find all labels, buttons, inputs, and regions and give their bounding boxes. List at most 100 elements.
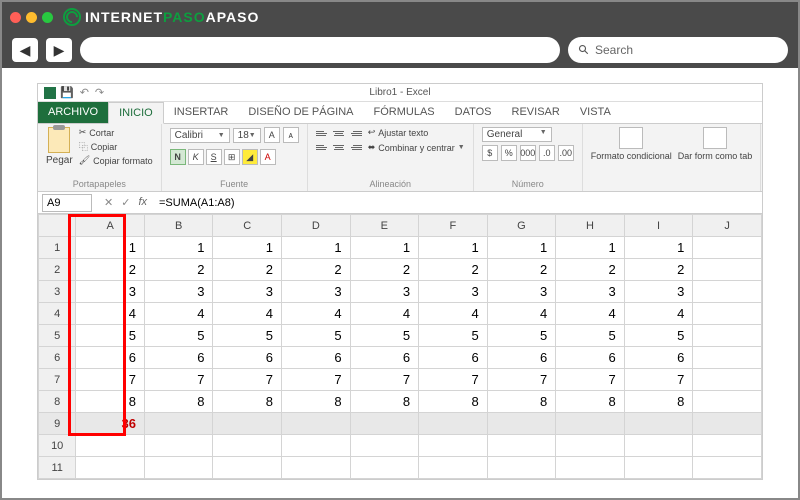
tab-file[interactable]: ARCHIVO (38, 102, 108, 123)
cell-G5[interactable]: 5 (487, 325, 556, 347)
cell-J1[interactable] (693, 237, 762, 259)
row-header-4[interactable]: 4 (39, 303, 76, 325)
cell-E8[interactable]: 8 (350, 391, 419, 413)
tab-view[interactable]: VISTA (570, 102, 621, 123)
cell-B10[interactable] (144, 435, 213, 457)
cell-C11[interactable] (213, 457, 282, 479)
increase-decimal-button[interactable]: .0 (539, 145, 555, 161)
close-dot[interactable] (10, 12, 21, 23)
format-painter-button[interactable]: 🖌 Copiar formato (79, 155, 153, 166)
cell-B4[interactable]: 4 (144, 303, 213, 325)
cell-A6[interactable]: 6 (76, 347, 145, 369)
cell-E1[interactable]: 1 (350, 237, 419, 259)
col-header-C[interactable]: C (213, 215, 282, 237)
cell-F2[interactable]: 2 (419, 259, 488, 281)
cell-H10[interactable] (556, 435, 625, 457)
qat-redo-icon[interactable]: ↷ (95, 86, 104, 99)
cell-D9[interactable] (282, 413, 351, 435)
cell-H2[interactable]: 2 (556, 259, 625, 281)
cell-B11[interactable] (144, 457, 213, 479)
cell-G1[interactable]: 1 (487, 237, 556, 259)
comma-button[interactable]: 000 (520, 145, 536, 161)
cell-G3[interactable]: 3 (487, 281, 556, 303)
col-header-D[interactable]: D (282, 215, 351, 237)
qat-undo-icon[interactable]: ↶ (80, 86, 89, 99)
cell-F7[interactable]: 7 (419, 369, 488, 391)
minimize-dot[interactable] (26, 12, 37, 23)
cell-I5[interactable]: 5 (624, 325, 693, 347)
cell-F1[interactable]: 1 (419, 237, 488, 259)
cell-I4[interactable]: 4 (624, 303, 693, 325)
wrap-text-button[interactable]: ↩ Ajustar texto (368, 127, 465, 138)
tab-review[interactable]: REVISAR (502, 102, 570, 123)
italic-button[interactable]: K (188, 149, 204, 165)
cell-I8[interactable]: 8 (624, 391, 693, 413)
grow-font-button[interactable]: A (264, 127, 280, 143)
cell-G4[interactable]: 4 (487, 303, 556, 325)
cell-J4[interactable] (693, 303, 762, 325)
cell-E7[interactable]: 7 (350, 369, 419, 391)
cell-C1[interactable]: 1 (213, 237, 282, 259)
cell-E9[interactable] (350, 413, 419, 435)
col-header-A[interactable]: A (76, 215, 145, 237)
cell-C3[interactable]: 3 (213, 281, 282, 303)
number-format-select[interactable]: General ▼ (482, 127, 552, 142)
cell-H7[interactable]: 7 (556, 369, 625, 391)
cell-E11[interactable] (350, 457, 419, 479)
cell-A1[interactable]: 1 (76, 237, 145, 259)
cell-I1[interactable]: 1 (624, 237, 693, 259)
cell-C7[interactable]: 7 (213, 369, 282, 391)
select-all-corner[interactable] (39, 215, 76, 237)
format-as-table-button[interactable]: Dar form como tab (678, 127, 753, 161)
cell-J5[interactable] (693, 325, 762, 347)
merge-center-button[interactable]: ⬌ Combinar y centrar ▼ (368, 142, 465, 153)
cell-A5[interactable]: 5 (76, 325, 145, 347)
cell-B2[interactable]: 2 (144, 259, 213, 281)
copy-button[interactable]: ⿻ Copiar (79, 140, 153, 153)
col-header-G[interactable]: G (487, 215, 556, 237)
row-header-7[interactable]: 7 (39, 369, 76, 391)
tab-insert[interactable]: INSERTAR (164, 102, 239, 123)
cell-A3[interactable]: 3 (76, 281, 145, 303)
row-header-6[interactable]: 6 (39, 347, 76, 369)
cell-H4[interactable]: 4 (556, 303, 625, 325)
cell-J3[interactable] (693, 281, 762, 303)
name-box[interactable] (42, 194, 92, 212)
tab-formulas[interactable]: FÓRMULAS (364, 102, 445, 123)
cell-H11[interactable] (556, 457, 625, 479)
cell-J6[interactable] (693, 347, 762, 369)
decrease-decimal-button[interactable]: .00 (558, 145, 574, 161)
row-header-2[interactable]: 2 (39, 259, 76, 281)
cell-D3[interactable]: 3 (282, 281, 351, 303)
cell-H5[interactable]: 5 (556, 325, 625, 347)
align-buttons[interactable] (316, 127, 362, 153)
cell-F11[interactable] (419, 457, 488, 479)
conditional-format-button[interactable]: Formato condicional (591, 127, 672, 161)
spreadsheet-grid[interactable]: ABCDEFGHIJ111111111122222222223333333333… (38, 214, 762, 479)
cell-H1[interactable]: 1 (556, 237, 625, 259)
forward-button[interactable]: ▶ (46, 38, 72, 62)
cell-B7[interactable]: 7 (144, 369, 213, 391)
cell-A9[interactable]: 36 (76, 413, 145, 435)
col-header-F[interactable]: F (419, 215, 488, 237)
cell-J7[interactable] (693, 369, 762, 391)
cell-F3[interactable]: 3 (419, 281, 488, 303)
cell-I11[interactable] (624, 457, 693, 479)
cell-A7[interactable]: 7 (76, 369, 145, 391)
col-header-E[interactable]: E (350, 215, 419, 237)
fx-icon[interactable]: fx (138, 196, 147, 209)
row-header-8[interactable]: 8 (39, 391, 76, 413)
underline-button[interactable]: S (206, 149, 222, 165)
cancel-formula-icon[interactable]: ✕ (104, 196, 113, 209)
cell-B1[interactable]: 1 (144, 237, 213, 259)
cell-G6[interactable]: 6 (487, 347, 556, 369)
cell-F10[interactable] (419, 435, 488, 457)
cell-J8[interactable] (693, 391, 762, 413)
col-header-B[interactable]: B (144, 215, 213, 237)
tab-page-layout[interactable]: DISEÑO DE PÁGINA (238, 102, 363, 123)
cell-G10[interactable] (487, 435, 556, 457)
cell-H3[interactable]: 3 (556, 281, 625, 303)
cell-I10[interactable] (624, 435, 693, 457)
tab-home[interactable]: INICIO (108, 102, 164, 124)
tab-data[interactable]: DATOS (445, 102, 502, 123)
